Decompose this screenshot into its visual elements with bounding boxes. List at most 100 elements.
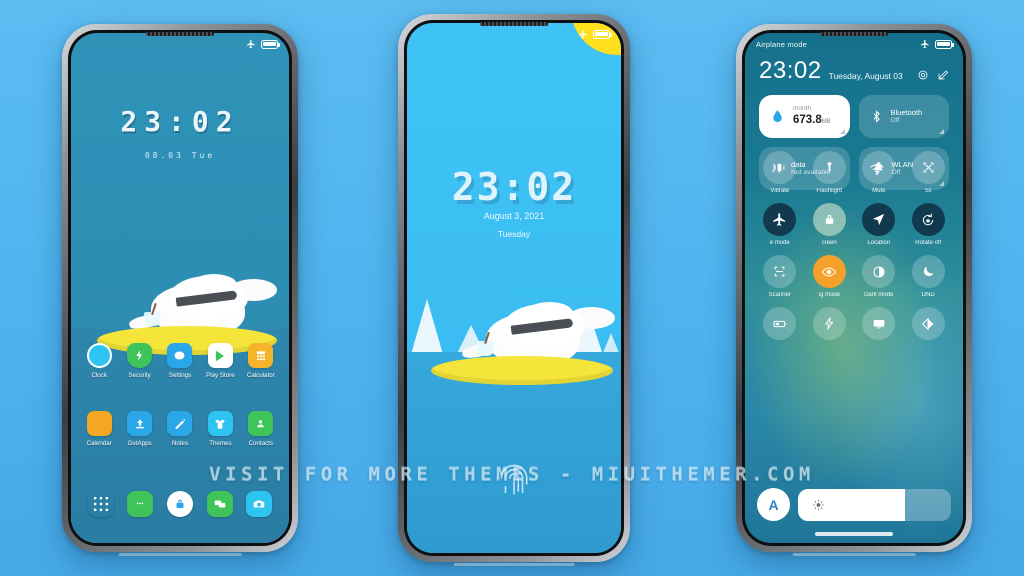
tile-bluetooth[interactable]: Bluetooth Off xyxy=(858,95,949,138)
battery-icon xyxy=(593,29,612,39)
toggle-cast[interactable] xyxy=(854,307,904,344)
tile-value: Off xyxy=(890,116,900,124)
toggle-label: Dark mode xyxy=(864,292,894,298)
brightness-slider[interactable] xyxy=(798,488,951,521)
polar-bear-illustration xyxy=(431,299,615,385)
toggle-label: Sc xyxy=(924,188,932,194)
app-themes[interactable]: Themes xyxy=(200,411,240,447)
bell-icon xyxy=(862,151,896,184)
tile-expand-corner[interactable] xyxy=(939,129,944,134)
app-getapps[interactable]: GetApps xyxy=(119,411,159,447)
dock xyxy=(71,491,289,517)
app-security[interactable]: Security xyxy=(119,343,159,379)
toggle-airplane-mode[interactable]: e mode xyxy=(755,203,805,246)
speaker-grille-icon xyxy=(820,32,888,36)
tile-data-usage[interactable]: month 673.8MB xyxy=(759,95,850,138)
toggle-lightning[interactable] xyxy=(805,307,855,344)
tile-value: 673.8MB xyxy=(793,114,831,127)
phone3-bezel: Airplane mode 23:02 Tuesday, August 03 m… xyxy=(742,30,966,546)
toggle-screenshot[interactable]: Sc xyxy=(904,151,954,194)
toggle-reading-mode[interactable]: ıg mode xyxy=(805,255,855,298)
location-icon xyxy=(862,203,896,236)
rotate-lock-icon xyxy=(911,203,945,236)
tshirt-icon xyxy=(207,411,233,436)
lock-icon[interactable] xyxy=(166,491,193,517)
cc-date: Tuesday, August 03 xyxy=(828,71,903,81)
toggle-dark-mode[interactable]: Dark mode xyxy=(854,255,904,298)
phone1-status-bar xyxy=(71,33,289,55)
phone1-screen: 23:02 08.03 Tue Clock Security Settings … xyxy=(71,33,289,543)
lock-date: August 3, 2021 xyxy=(483,211,545,221)
download-icon xyxy=(127,411,153,436)
app-notes[interactable]: Notes xyxy=(160,411,200,447)
app-calculator[interactable]: Calculator xyxy=(241,343,281,379)
contrast-icon xyxy=(862,255,896,288)
message-icon[interactable] xyxy=(127,491,154,517)
tile-title: Bluetooth xyxy=(890,107,923,117)
toggle-vibrate[interactable]: Vibrate xyxy=(755,151,805,194)
sun-icon xyxy=(812,498,825,511)
pencil-icon xyxy=(167,411,193,436)
vibrate-icon xyxy=(763,151,797,184)
toggle-label: Scanner xyxy=(768,292,791,298)
phone1-bezel: 23:02 08.03 Tue Clock Security Settings … xyxy=(68,30,292,546)
app-settings[interactable]: Settings xyxy=(160,343,200,379)
padlock-icon xyxy=(812,203,846,236)
edit-icon[interactable] xyxy=(937,69,949,81)
home-clock: 23:02 xyxy=(120,105,240,138)
battery-icon xyxy=(261,39,280,49)
clock-icon xyxy=(86,343,112,368)
toggle-mute[interactable]: Mute xyxy=(854,151,904,194)
camera-icon[interactable] xyxy=(246,491,273,517)
toggle-location[interactable]: Location xyxy=(854,203,904,246)
app-drawer-icon[interactable] xyxy=(88,491,114,517)
toggle-reading-contrast[interactable] xyxy=(904,307,954,344)
toggle-label: Mute xyxy=(872,188,886,194)
screenshot-icon xyxy=(911,151,945,184)
calendar-icon xyxy=(86,411,112,436)
app-label: Clock xyxy=(91,372,107,379)
shield-icon xyxy=(127,343,153,368)
control-center-header: 23:02 Tuesday, August 03 xyxy=(759,59,949,83)
lock-clock: 23:02 xyxy=(451,165,577,209)
gear-icon xyxy=(167,343,193,368)
app-label: GetApps xyxy=(127,440,152,447)
chat-icon[interactable] xyxy=(206,491,233,517)
lightning-icon xyxy=(812,307,846,340)
app-calendar[interactable]: Calendar xyxy=(79,411,119,447)
toggle-label: DND xyxy=(921,292,935,298)
settings-gear-icon[interactable] xyxy=(917,69,929,81)
phone2-screen: 23:02 August 3, 2021 Tuesday xyxy=(407,23,621,553)
app-contacts[interactable]: Contacts xyxy=(241,411,281,447)
battery-saver-icon xyxy=(763,307,797,340)
app-clock[interactable]: Clock xyxy=(79,343,119,379)
scanner-icon xyxy=(763,255,797,288)
airplane-icon xyxy=(763,203,797,236)
phone-device-control-center: Airplane mode 23:02 Tuesday, August 03 m… xyxy=(736,24,972,556)
tile-expand-corner[interactable] xyxy=(839,129,845,134)
cc-time: 23:02 xyxy=(759,57,822,84)
auto-brightness-button[interactable]: A xyxy=(757,488,790,521)
toggle-battery-saver[interactable] xyxy=(755,307,805,344)
fingerprint-icon[interactable] xyxy=(497,461,531,501)
app-grid-row1: Clock Security Settings Play Store Calcu… xyxy=(71,343,289,379)
toggle-flashlight[interactable]: Flashlight xyxy=(805,151,855,194)
bluetooth-icon xyxy=(869,109,884,124)
toggle-dnd[interactable]: DND xyxy=(904,255,954,298)
toggle-scanner[interactable]: Scanner xyxy=(755,255,805,298)
app-label: Play Store xyxy=(206,372,235,379)
app-label: Contacts xyxy=(248,440,273,447)
phone3-status-bar: Airplane mode xyxy=(745,33,963,55)
toggle-label: Vibrate xyxy=(770,188,790,194)
toggle-screen-lock[interactable]: creen xyxy=(805,203,855,246)
speaker-grille-icon xyxy=(480,22,548,26)
app-play-store[interactable]: Play Store xyxy=(200,343,240,379)
toggle-label: Flashlight xyxy=(816,188,843,194)
toggle-label: e mode xyxy=(769,240,790,246)
cast-icon xyxy=(862,307,896,340)
app-label: Settings xyxy=(168,372,192,379)
app-grid-row2: Calendar GetApps Notes Themes Contacts xyxy=(71,411,289,447)
flashlight-icon xyxy=(812,151,846,184)
phone2-bezel: 23:02 August 3, 2021 Tuesday xyxy=(404,20,624,556)
toggle-rotate-off[interactable]: Rotate off xyxy=(904,203,954,246)
